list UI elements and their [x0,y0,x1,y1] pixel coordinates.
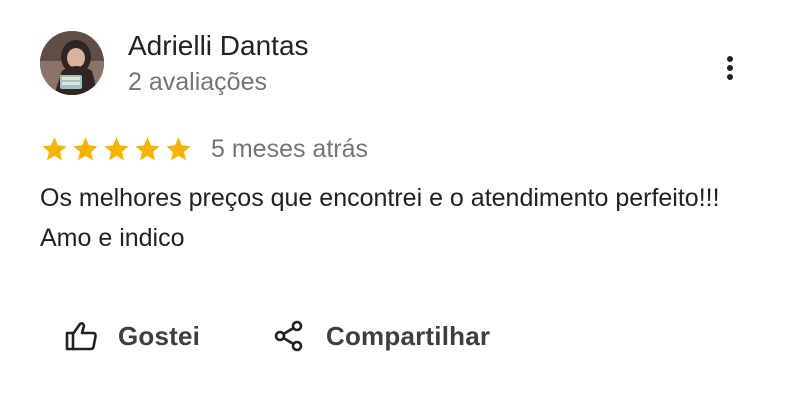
avatar[interactable] [40,31,104,95]
share-label: Compartilhar [326,320,491,351]
like-label: Gostei [118,320,201,351]
review-date: 5 meses atrás [211,135,369,163]
star-icon [104,136,129,160]
review-card: Adrielli Dantas 2 avaliações 5 meses atr… [0,0,798,406]
more-options-button[interactable] [714,50,746,86]
like-button[interactable]: Gostei [64,312,200,360]
more-vertical-icon [727,56,733,80]
star-icon [42,136,67,160]
thumbs-up-icon [65,322,97,351]
star-icon [166,136,191,160]
star-icon [73,136,98,160]
rating-row: 5 meses atrás [40,132,368,166]
star-rating [40,135,193,164]
star-icon [135,136,160,160]
share-icon [274,320,303,352]
reviewer-name[interactable]: Adrielli Dantas [128,29,309,63]
share-button[interactable]: Compartilhar [272,312,490,360]
user-photo-avatar [40,31,104,95]
review-text: Os melhores preços que encontrei e o ate… [40,184,720,252]
reviewer-review-count[interactable]: 2 avaliações [128,66,267,98]
